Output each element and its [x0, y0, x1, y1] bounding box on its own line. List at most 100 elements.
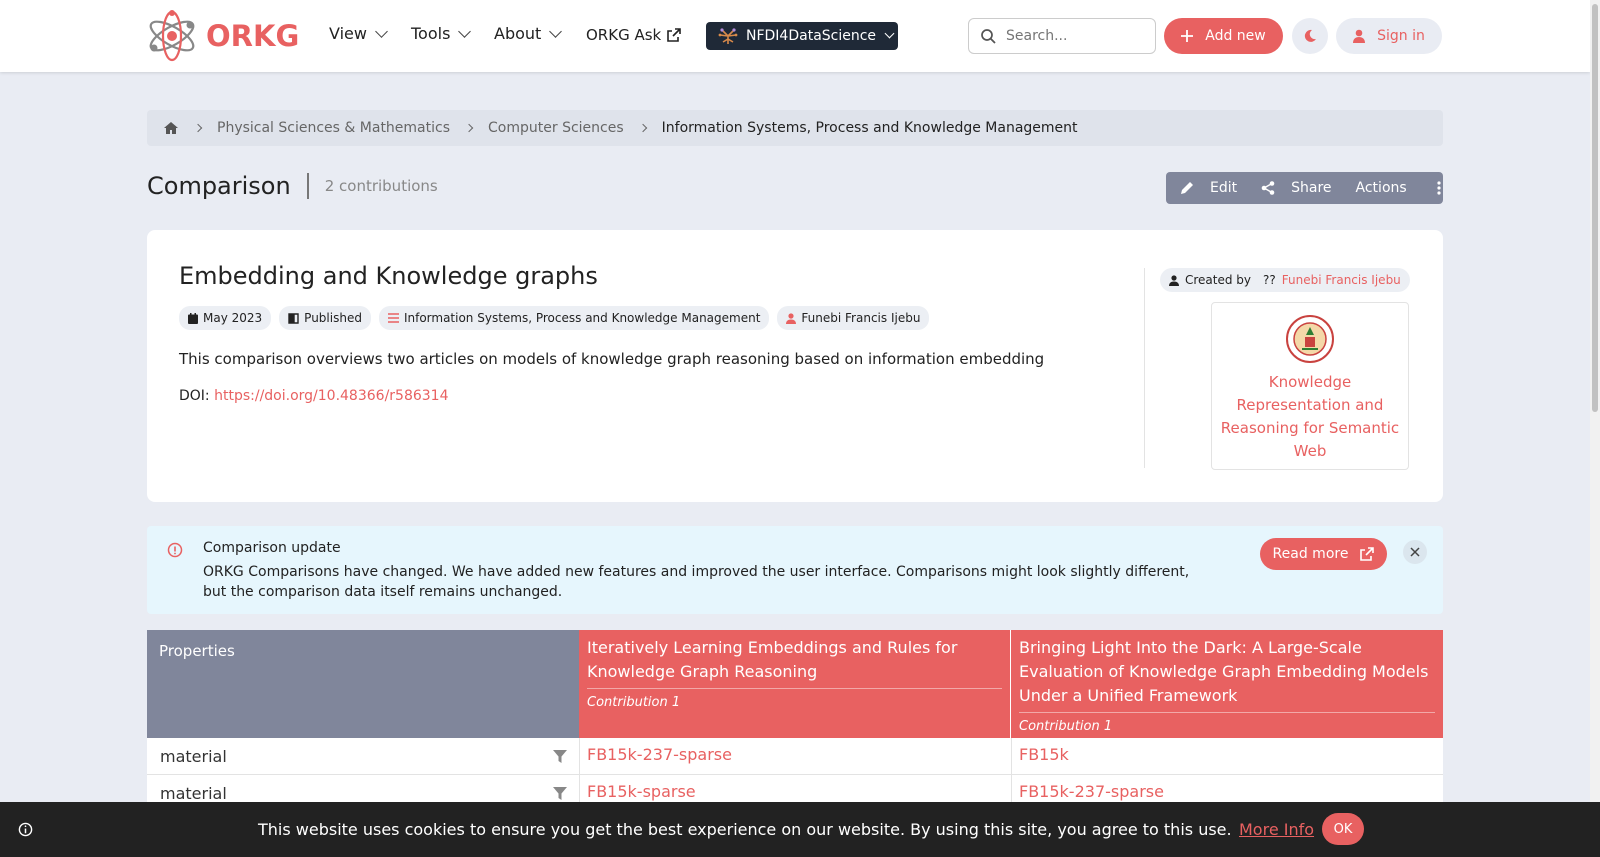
observatory-selector[interactable]: NFDI4DataScience: [706, 22, 898, 50]
external-link-icon: [1360, 547, 1375, 561]
date-label: May 2023: [203, 311, 263, 325]
page-scrollbar[interactable]: [1590, 0, 1600, 857]
share-label: Share: [1291, 180, 1332, 196]
comparison-title: Embedding and Knowledge graphs: [179, 262, 598, 290]
cookie-more-info-link[interactable]: More Info: [1239, 820, 1314, 839]
orkg-logo-text: ORKG: [206, 19, 300, 53]
cookie-text: This website uses cookies to ensure you …: [258, 820, 1232, 839]
cookie-ok-label: OK: [1333, 821, 1353, 837]
actions-label: Actions: [1355, 180, 1407, 196]
date-badge: May 2023: [179, 306, 272, 330]
property-name[interactable]: material: [160, 784, 227, 803]
edit-label: Edit: [1210, 180, 1238, 196]
metadata-badges: May 2023 Published Information Systems, …: [179, 306, 930, 330]
doi-label: DOI:: [179, 388, 210, 404]
chevron-right-icon: [638, 123, 647, 133]
chevron-right-icon: [464, 123, 474, 133]
cell-value-link[interactable]: FB15k: [1019, 745, 1069, 764]
cookie-banner: This website uses cookies to ensure you …: [0, 802, 1600, 857]
add-new-button[interactable]: Add new: [1164, 18, 1283, 54]
nav-about-menu[interactable]: About: [494, 24, 563, 43]
cookie-ok-button[interactable]: OK: [1322, 813, 1364, 845]
chevron-down-icon: [549, 24, 563, 38]
cell-value-link[interactable]: FB15k-sparse: [587, 782, 696, 801]
alert-text: ORKG Comparisons have changed. We have a…: [203, 564, 1190, 600]
created-by-badge: Created by ?? Funebi Francis Ijebu: [1160, 268, 1410, 292]
title-divider: [306, 173, 309, 199]
creator-link[interactable]: Funebi Francis Ijebu: [1282, 273, 1401, 287]
edit-button[interactable]: Edit: [1166, 172, 1249, 204]
info-circle-icon: [18, 822, 33, 837]
calendar-icon: [188, 312, 198, 324]
search-input[interactable]: [1006, 28, 1136, 44]
contribution-paper-title[interactable]: Bringing Light Into the Dark: A Large-Sc…: [1019, 636, 1435, 708]
nav-tools-menu[interactable]: Tools: [411, 24, 472, 43]
contribution-column-header: Bringing Light Into the Dark: A Large-Sc…: [1011, 630, 1443, 738]
cell-value-link[interactable]: FB15k-237-sparse: [587, 745, 732, 764]
nav-orkg-ask-link[interactable]: ORKG Ask: [586, 26, 682, 44]
observatory-logo-icon: [718, 28, 738, 44]
research-field-label: Information Systems, Process and Knowled…: [403, 311, 761, 325]
user-icon: [786, 312, 797, 324]
research-field-badge[interactable]: Information Systems, Process and Knowled…: [378, 306, 770, 330]
creator-avatar-placeholder: ??: [1263, 273, 1276, 287]
breadcrumb-computer-sciences[interactable]: Computer Sciences: [488, 120, 624, 136]
close-icon: [1410, 547, 1420, 557]
breadcrumb-current: Information Systems, Process and Knowled…: [661, 120, 1078, 136]
comparison-update-alert: Comparison update ORKG Comparisons have …: [147, 526, 1443, 614]
chevron-right-icon: [193, 123, 203, 133]
nav-orkg-ask-label: ORKG Ask: [586, 26, 662, 44]
search-box[interactable]: [968, 18, 1156, 54]
book-icon: [288, 312, 299, 324]
author-label: Funebi Francis Ijebu: [801, 311, 921, 325]
university-seal-icon: [1286, 315, 1334, 363]
chevron-down-icon: [458, 24, 472, 38]
dark-mode-toggle[interactable]: [1292, 18, 1328, 54]
nav-view-menu[interactable]: View: [329, 24, 388, 43]
action-button-group: Edit Share Actions: [1166, 172, 1443, 204]
sign-in-button[interactable]: Sign in: [1336, 18, 1442, 54]
orkg-logo[interactable]: ORKG: [146, 8, 299, 64]
observatory-label: NFDI4DataScience: [746, 28, 877, 44]
properties-header-label: Properties: [159, 642, 235, 660]
external-link-icon: [667, 28, 682, 42]
user-icon: [1353, 29, 1366, 43]
property-name[interactable]: material: [160, 747, 227, 766]
observatory-name: Knowledge Representation and Reasoning f…: [1220, 373, 1400, 460]
card-divider: [1144, 268, 1145, 468]
nav-tools-label: Tools: [411, 24, 451, 43]
scrollbar-thumb[interactable]: [1592, 4, 1598, 412]
doi-link[interactable]: https://doi.org/10.48366/r586314: [214, 388, 448, 404]
top-navbar: ORKG View Tools About ORKG Ask NFDI4Data…: [0, 0, 1590, 72]
author-badge[interactable]: Funebi Francis Ijebu: [777, 306, 930, 330]
filter-icon[interactable]: [553, 750, 567, 763]
filter-icon[interactable]: [553, 787, 567, 800]
breadcrumb: Physical Sciences & Mathematics Computer…: [147, 110, 1443, 146]
status-badge: Published: [279, 306, 371, 330]
info-circle-icon: [167, 542, 183, 558]
actions-menu-button[interactable]: Actions: [1344, 172, 1453, 204]
chevron-down-icon: [884, 28, 895, 39]
comparison-table: Properties Iteratively Learning Embeddin…: [147, 630, 1443, 812]
share-button[interactable]: Share: [1249, 172, 1343, 204]
cell-divider: [1011, 738, 1012, 775]
orkg-atom-icon: [149, 10, 195, 62]
alert-title: Comparison update: [203, 540, 341, 556]
list-icon: [387, 313, 399, 323]
contributions-count: 2 contributions: [324, 177, 438, 195]
comparison-info-card: Embedding and Knowledge graphs May 2023 …: [147, 230, 1443, 502]
close-alert-button[interactable]: [1403, 540, 1427, 564]
plus-icon: [1181, 30, 1194, 42]
status-label: Published: [304, 311, 362, 325]
contribution-column-header: Iteratively Learning Embeddings and Rule…: [579, 630, 1011, 738]
contribution-paper-title[interactable]: Iteratively Learning Embeddings and Rule…: [587, 636, 1002, 684]
breadcrumb-physical-sciences[interactable]: Physical Sciences & Mathematics: [217, 120, 450, 136]
observatory-card[interactable]: Knowledge Representation and Reasoning f…: [1211, 302, 1409, 470]
page-header: Comparison 2 contributions: [147, 172, 438, 200]
read-more-button[interactable]: Read more: [1260, 538, 1387, 570]
add-new-label: Add new: [1205, 28, 1266, 44]
page-title: Comparison: [147, 172, 291, 200]
contribution-label: Contribution 1: [1019, 712, 1435, 734]
home-icon[interactable]: [163, 121, 179, 135]
cell-value-link[interactable]: FB15k-237-sparse: [1019, 782, 1164, 801]
